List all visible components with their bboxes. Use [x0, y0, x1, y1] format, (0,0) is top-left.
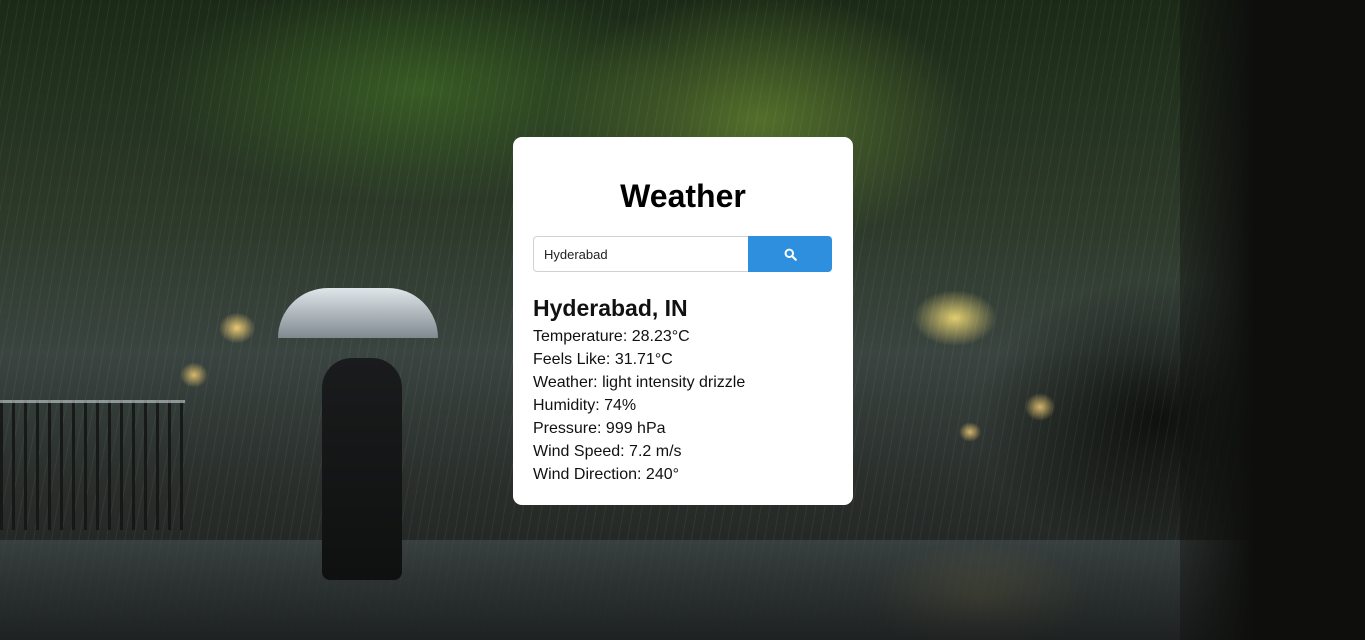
weather-description-text: Weather: light intensity drizzle: [533, 374, 746, 391]
city-search-input[interactable]: [533, 236, 748, 272]
wind-speed-text: Wind Speed: 7.2 m/s: [533, 443, 682, 460]
railing: [0, 400, 185, 530]
tree-trunk: [1180, 0, 1365, 640]
weather-result: Hyderabad, IN Temperature: 28.23°C Feels…: [533, 294, 833, 486]
search-bar: [533, 236, 833, 272]
pressure-text: Pressure: 999 hPa: [533, 420, 666, 437]
feels-like-text: Feels Like: 31.71°C: [533, 351, 673, 368]
umbrella: [278, 288, 438, 338]
city-name: Hyderabad, IN: [533, 295, 688, 321]
wet-road: [0, 540, 1365, 640]
search-button[interactable]: [748, 236, 832, 272]
cyclist-silhouette: [322, 358, 402, 580]
wind-direction-text: Wind Direction: 240°: [533, 466, 680, 483]
humidity-text: Humidity: 74%: [533, 397, 637, 414]
search-icon: [784, 248, 797, 261]
app-title: Weather: [620, 178, 746, 214]
temperature-text: Temperature: 28.23°C: [533, 328, 690, 345]
weather-card: Weather Hyderabad, IN Temperature: 28.23…: [513, 137, 853, 505]
